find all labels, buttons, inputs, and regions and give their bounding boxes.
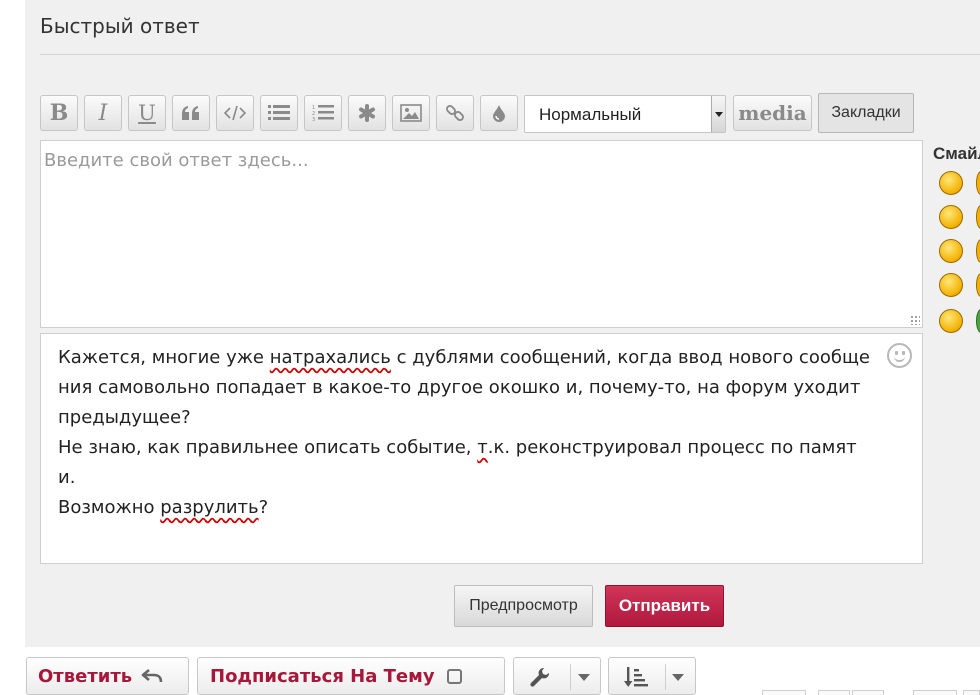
reply-arrow-icon	[141, 669, 163, 683]
page-title: Быстрый ответ	[40, 14, 200, 38]
smiley-partial-icon[interactable]	[976, 273, 980, 297]
title-divider	[40, 54, 980, 55]
chevron-down-icon[interactable]	[672, 674, 684, 681]
pagination-button[interactable]	[913, 690, 957, 695]
link-icon	[446, 105, 464, 121]
quote-icon	[182, 106, 199, 120]
underline-icon: U	[138, 101, 156, 125]
pagination-button[interactable]	[818, 690, 850, 695]
color-button[interactable]	[480, 95, 518, 131]
image-button[interactable]	[392, 95, 430, 131]
post-text-line: Не знаю, как правильнее описать событие,…	[58, 433, 908, 463]
preview-button[interactable]: Предпросмотр	[454, 585, 593, 627]
numbered-list-icon: 123	[312, 105, 334, 122]
post-text-segment: ?	[258, 497, 269, 518]
italic-button[interactable]: I	[84, 95, 122, 131]
bullet-list-icon	[268, 105, 290, 120]
font-size-select[interactable]: Нормальный	[524, 95, 726, 133]
bold-icon: B	[49, 100, 69, 126]
font-size-value: Нормальный	[539, 105, 642, 124]
post-text-segment: предыдущее?	[58, 407, 191, 428]
post-text-line: Возможно разрулить?	[58, 493, 908, 523]
smiley-confused-icon[interactable]	[939, 309, 963, 333]
post-text-area[interactable]: Кажется, многие уже натрахались с дублям…	[40, 333, 923, 564]
pagination-button[interactable]	[762, 690, 806, 695]
smiley-face-icon[interactable]	[887, 343, 912, 368]
split-separator	[570, 664, 571, 690]
subscribe-label: Подписаться На Тему	[210, 665, 435, 687]
post-text-segment: Кажется, многие уже	[58, 347, 270, 368]
bold-button[interactable]: B	[40, 95, 78, 131]
pagination-button[interactable]	[963, 690, 980, 695]
send-button[interactable]: Отправить	[605, 585, 724, 627]
bookmarks-button[interactable]: Закладки	[818, 93, 914, 133]
split-separator	[665, 664, 666, 690]
italic-icon: I	[98, 100, 108, 126]
reply-button[interactable]: Ответить	[26, 657, 189, 695]
droplet-icon	[493, 105, 505, 122]
asterisk-icon	[359, 104, 375, 122]
post-text-line: ния самовольно попадает в какое-то друго…	[58, 373, 908, 403]
smiley-partial-icon[interactable]	[976, 171, 980, 195]
post-text-segment: и.	[58, 467, 76, 488]
chevron-down-icon[interactable]	[578, 674, 590, 681]
image-icon	[400, 104, 422, 122]
link-button[interactable]	[436, 95, 474, 131]
quote-button[interactable]	[172, 95, 210, 131]
misspelled-word[interactable]: т	[477, 437, 488, 458]
post-text-line: предыдущее?	[58, 403, 908, 433]
media-button[interactable]: media	[733, 95, 812, 131]
reply-placeholder: Введите свой ответ здесь...	[44, 150, 309, 171]
sort-icon	[624, 667, 648, 687]
chevron-down-icon[interactable]	[711, 96, 725, 132]
pagination-button[interactable]	[852, 690, 884, 695]
svg-text:3: 3	[312, 117, 315, 122]
misspelled-word[interactable]: разрулить	[160, 497, 258, 518]
post-text-segment: .к. реконструировал процесс по памят	[487, 437, 857, 458]
post-text-segment: с дублями сообщений, когда ввод нового с…	[390, 347, 870, 368]
numbered-list-button[interactable]: 123	[304, 95, 342, 131]
moderation-tools-button[interactable]	[513, 657, 601, 695]
reply-label: Ответить	[38, 665, 133, 687]
smiley-grin-icon[interactable]	[939, 171, 963, 195]
subscribe-topic-button[interactable]: Подписаться На Тему	[197, 657, 505, 695]
smiley-partial-icon[interactable]	[976, 239, 980, 263]
smiley-eyes-icon[interactable]	[939, 205, 963, 229]
smiley-rolleyes-icon[interactable]	[939, 273, 963, 297]
misspelled-word[interactable]: натрахались	[270, 347, 391, 368]
smiley-tongue-icon[interactable]	[939, 239, 963, 263]
smiley-partial-icon[interactable]	[976, 205, 980, 229]
smilies-title: Смайлики	[933, 144, 980, 163]
reply-textarea[interactable]: Введите свой ответ здесь...	[40, 140, 923, 328]
underline-button[interactable]: U	[128, 95, 166, 131]
post-text-line: Кажется, многие уже натрахались с дублям…	[58, 343, 908, 373]
post-text-segment: ния самовольно попадает в какое-то друго…	[58, 377, 861, 398]
code-button[interactable]	[216, 95, 254, 131]
wrench-icon	[530, 667, 550, 687]
code-icon	[224, 105, 246, 121]
resize-grip-icon[interactable]	[910, 315, 920, 325]
post-text-segment: Не знаю, как правильнее описать событие,	[58, 437, 478, 458]
checkbox-icon	[446, 668, 462, 684]
post-text-line: и.	[58, 463, 908, 493]
smiley-partial-icon[interactable]	[976, 309, 980, 333]
sort-order-button[interactable]	[608, 657, 696, 695]
bullet-list-button[interactable]	[260, 95, 298, 131]
spoiler-button[interactable]	[348, 95, 386, 131]
post-text-segment: Возможно	[58, 497, 161, 518]
